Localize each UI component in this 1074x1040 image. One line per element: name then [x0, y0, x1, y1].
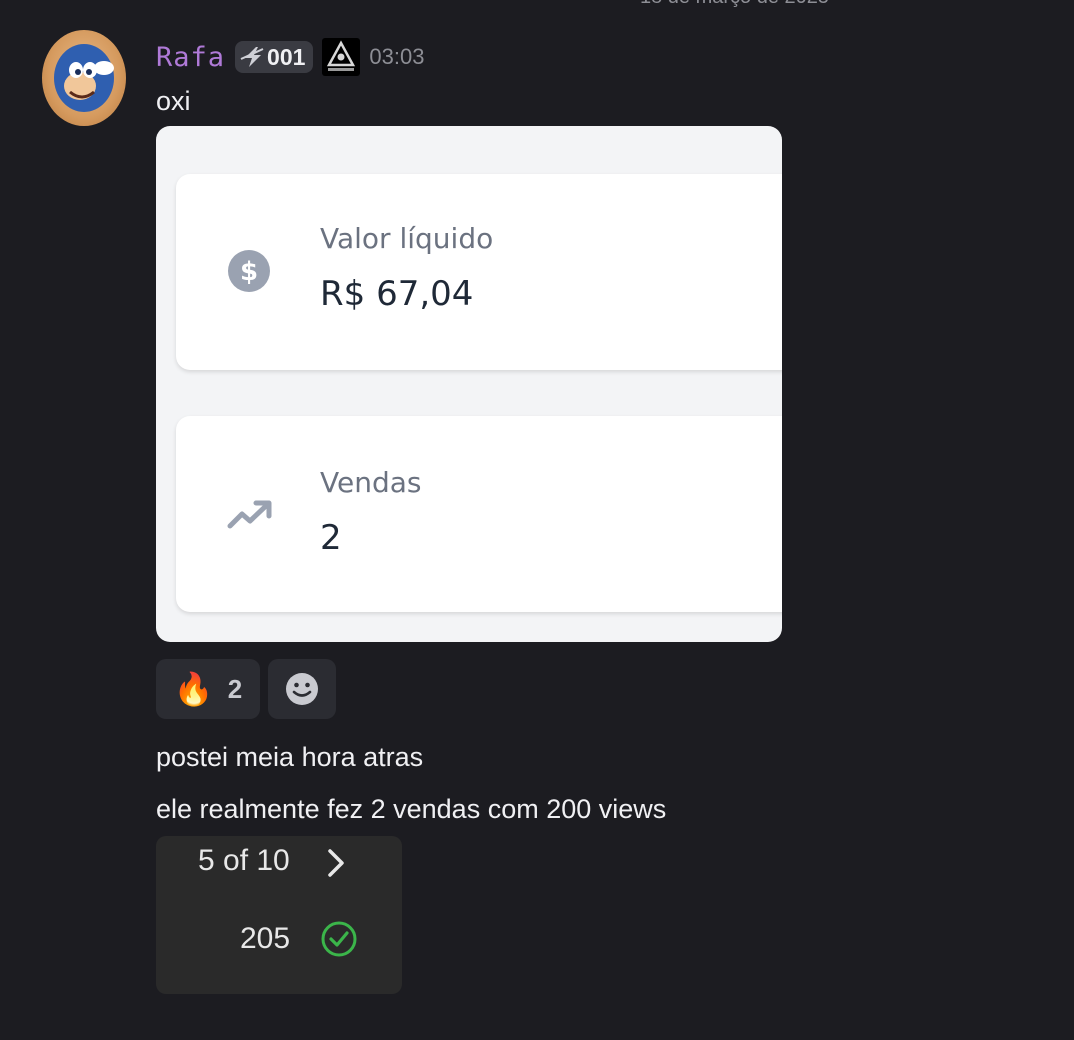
trending-up-icon	[227, 500, 272, 529]
stat-label: Vendas	[320, 466, 422, 499]
views-count: 205	[240, 922, 291, 955]
reaction-fire[interactable]: 🔥 2	[156, 659, 260, 719]
stat-label: Valor líquido	[320, 222, 494, 255]
message-line: ele realmente fez 2 vendas com 200 views	[156, 794, 667, 824]
stat-value: 2	[320, 518, 342, 558]
avatar[interactable]	[42, 30, 126, 126]
screenshot-attachment[interactable]: 5 of 10 205	[156, 836, 402, 994]
avatar-image	[54, 44, 114, 112]
pager-text: 5 of 10	[198, 844, 290, 877]
message-line: postei meia hora atras	[156, 742, 424, 772]
reaction-count: 2	[227, 673, 243, 704]
image-attachment[interactable]: $ Valor líquido R$ 67,04 Vendas 2	[156, 126, 782, 642]
user-tag-text: 001	[267, 43, 306, 70]
add-reaction-icon	[286, 673, 318, 705]
username[interactable]: Rafa	[156, 42, 225, 73]
stat-card-net-value: $ Valor líquido R$ 67,04	[176, 174, 782, 370]
stat-value: R$ 67,04	[320, 274, 474, 314]
lightning-icon	[240, 47, 264, 67]
add-reaction-button[interactable]	[268, 659, 336, 719]
stat-card-sales: Vendas 2	[176, 416, 782, 612]
dollar-coin-icon: $	[228, 250, 270, 292]
mentorado-icon	[327, 40, 356, 71]
timestamp: 03:03	[369, 44, 425, 69]
fire-emoji: 🔥	[173, 670, 214, 708]
chevron-right-icon	[328, 849, 344, 877]
check-circle-icon	[321, 921, 357, 957]
user-tag-badge[interactable]: 001	[235, 41, 314, 73]
svg-text:$: $	[240, 257, 258, 287]
date-divider: 18 de março de 2025	[640, 0, 829, 9]
message-header: Rafa 001 03:03	[156, 38, 424, 76]
message-line: oxi	[156, 86, 191, 116]
role-icon[interactable]	[322, 38, 361, 76]
